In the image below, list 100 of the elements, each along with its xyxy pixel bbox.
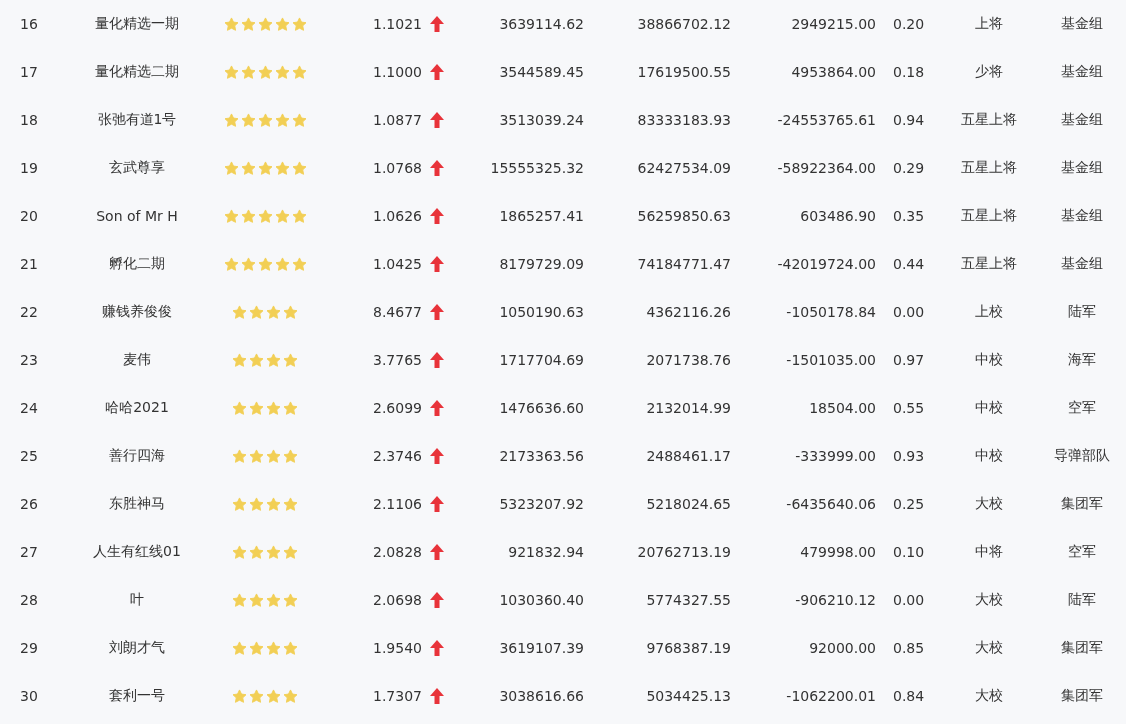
table-cell-text: 基金组 (1060, 63, 1104, 81)
table-cell-text: 基金组 (1060, 207, 1104, 225)
star-icon (223, 16, 239, 32)
table-cell-text: 中将 (974, 543, 1004, 561)
star-icon (249, 544, 264, 560)
table-cell-text: 3038616.66 (498, 688, 585, 704)
star-icon (283, 448, 298, 464)
value-cell-text: 2.6099 (372, 400, 423, 416)
star-icon (291, 112, 307, 128)
name-cell-text: 人生有红线01 (92, 543, 182, 561)
star-icon (274, 112, 290, 128)
star-icon (283, 640, 298, 656)
table-cell-text: 0.25 (892, 496, 926, 512)
rank-cell-text: 27 (19, 544, 39, 560)
table-cell-text: 5323207.92 (498, 496, 585, 512)
table-cell-text: 五星上将 (960, 159, 1018, 177)
star-icon (249, 448, 264, 464)
table-cell-text: 基金组 (1060, 111, 1104, 129)
star-icon (249, 304, 264, 320)
table-cell-text: 4953864.00 (790, 64, 877, 80)
rank-cell-text: 21 (19, 256, 39, 272)
star-icon (257, 160, 273, 176)
star-icon (266, 400, 281, 416)
star-icon (249, 400, 264, 416)
rank-cell-text: 17 (19, 64, 39, 80)
table-cell-text: 基金组 (1060, 15, 1104, 33)
table-cell-text: 0.55 (892, 400, 926, 416)
table-cell-text: 479998.00 (799, 544, 877, 560)
table-cell-text: 大校 (974, 591, 1004, 609)
name-cell-text: 玄武尊享 (108, 159, 166, 177)
rank-cell-text: 29 (19, 640, 39, 656)
table-cell-text: 0.93 (892, 448, 926, 464)
star-icon (291, 256, 307, 272)
rank-cell-text: 20 (19, 208, 39, 224)
star-icon (249, 688, 264, 704)
table-cell-text: -24553765.61 (776, 112, 877, 128)
table-cell-text: 3639114.62 (498, 16, 585, 32)
table-cell-text: -42019724.00 (776, 256, 877, 272)
star-icon (283, 688, 298, 704)
star-icon (274, 256, 290, 272)
star-icon (266, 496, 281, 512)
table-cell-text: 1030360.40 (498, 592, 585, 608)
table-cell-text: -6435640.06 (785, 496, 877, 512)
rank-cell-text: 16 (19, 16, 39, 32)
table-cell-text: 83333183.93 (636, 112, 732, 128)
table-cell-text: -333999.00 (794, 448, 877, 464)
rank-cell-text: 26 (19, 496, 39, 512)
value-cell-text: 1.7307 (372, 688, 423, 704)
star-icon (283, 304, 298, 320)
table-cell-text: 0.44 (892, 256, 926, 272)
table-cell-text: 集团军 (1060, 687, 1104, 705)
table-cell-text: 18504.00 (808, 400, 877, 416)
name-cell-text: 东胜神马 (108, 495, 166, 513)
star-icon (257, 112, 273, 128)
star-icon (232, 400, 247, 416)
star-icon (232, 304, 247, 320)
star-icon (249, 352, 264, 368)
star-icon (266, 640, 281, 656)
table-cell-text: 74184771.47 (636, 256, 732, 272)
table-cell-text: 1717704.69 (498, 352, 585, 368)
rank-cell-text: 23 (19, 352, 39, 368)
star-icon (232, 496, 247, 512)
star-icon (223, 208, 239, 224)
value-cell-text: 2.0698 (372, 592, 423, 608)
name-cell-text: 套利一号 (108, 687, 166, 705)
table-cell-text: 0.00 (892, 304, 926, 320)
table-cell-text: 0.18 (892, 64, 926, 80)
table-cell-text: -1050178.84 (785, 304, 877, 320)
star-icon (232, 640, 247, 656)
table-cell-text: 17619500.55 (636, 64, 732, 80)
star-icon (283, 352, 298, 368)
table-cell-text: 5218024.65 (645, 496, 732, 512)
table-cell-text: 9768387.19 (645, 640, 732, 656)
star-icon (283, 544, 298, 560)
table-cell-text: -906210.12 (794, 592, 877, 608)
name-cell-text: 量化精选一期 (94, 15, 180, 33)
table-cell-text: 2071738.76 (645, 352, 732, 368)
star-icon (249, 496, 264, 512)
table-cell-text: 五星上将 (960, 255, 1018, 273)
table-cell-text: 上校 (974, 303, 1004, 321)
star-icon (266, 304, 281, 320)
table-cell-text: 62427534.09 (636, 160, 732, 176)
table-cell-text: 空军 (1067, 543, 1097, 561)
rank-cell-text: 28 (19, 592, 39, 608)
value-cell-text: 1.0877 (372, 112, 423, 128)
table-cell-text: -1501035.00 (785, 352, 877, 368)
table-cell-text: 中校 (974, 447, 1004, 465)
star-icon (274, 208, 290, 224)
table-cell-text: 1865257.41 (498, 208, 585, 224)
star-icon (240, 160, 256, 176)
star-icon (266, 688, 281, 704)
table-cell-text: 集团军 (1060, 495, 1104, 513)
star-icon (232, 688, 247, 704)
table-cell-text: 大校 (974, 687, 1004, 705)
table-cell-text: 921832.94 (507, 544, 585, 560)
name-cell-text: 麦伟 (122, 351, 152, 369)
table-cell-text: 603486.90 (799, 208, 877, 224)
rank-cell-text: 24 (19, 400, 39, 416)
table-cell-text: 1050190.63 (498, 304, 585, 320)
table-cell-text: 中校 (974, 399, 1004, 417)
